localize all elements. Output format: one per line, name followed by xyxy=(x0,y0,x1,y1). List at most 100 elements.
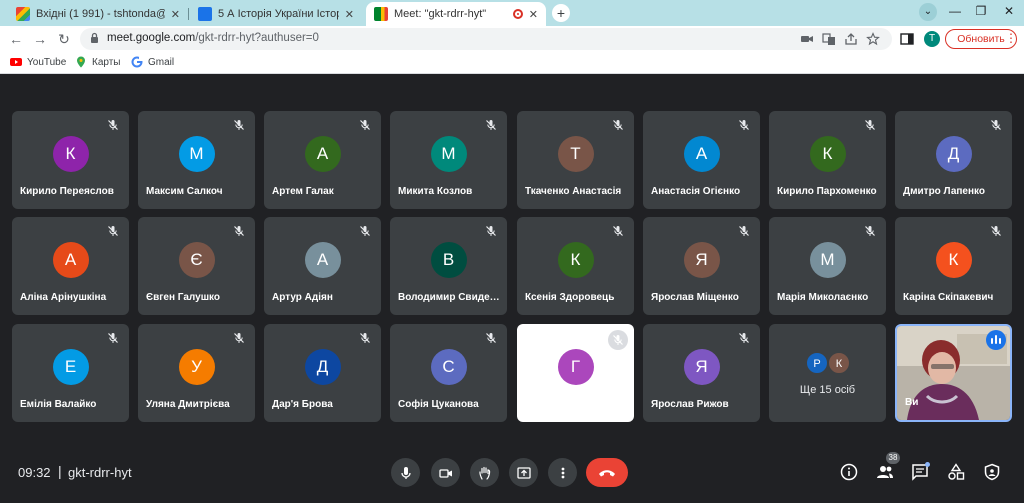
mic-off-icon xyxy=(108,333,118,343)
host-controls-button[interactable] xyxy=(982,462,1002,482)
participant-name: Володимир Свидерський xyxy=(398,292,503,303)
people-button[interactable] xyxy=(875,462,895,482)
activities-button[interactable] xyxy=(946,462,966,482)
recording-icon xyxy=(512,9,523,19)
mic-off-icon xyxy=(234,226,244,236)
raise-hand-button[interactable] xyxy=(470,458,499,487)
tab-classroom[interactable]: 5 А Історія України Історія України ✕ xyxy=(190,2,362,26)
participant-tile[interactable]: М Микита Козлов xyxy=(390,111,507,209)
participant-tile[interactable]: К Каріна Скіпакевич xyxy=(895,217,1012,315)
participant-tile[interactable]: А Артур Адіян xyxy=(264,217,381,315)
muted-indicator xyxy=(864,224,876,236)
bookmark-label: Карты xyxy=(92,56,121,68)
participant-tile[interactable]: К Ксенія Здоровець xyxy=(517,217,634,315)
muted-indicator xyxy=(612,118,624,130)
participant-tile[interactable]: С Софія Цуканова xyxy=(390,324,507,422)
participant-tile[interactable]: М Марія Миколаєнко xyxy=(769,217,886,315)
browser-menu-icon[interactable]: ⋮ xyxy=(1005,31,1017,45)
tab-divider xyxy=(188,8,189,20)
participant-tile[interactable]: Я Ярослав Рижов xyxy=(643,324,760,422)
muted-indicator xyxy=(485,118,497,130)
bookmark-gmail[interactable]: Gmail xyxy=(131,56,174,68)
tab-meet[interactable]: Meet: "gkt-rdrr-hyt" ✕ xyxy=(366,2,546,26)
present-screen-button[interactable] xyxy=(509,458,538,487)
camera-button[interactable] xyxy=(431,458,460,487)
forward-button[interactable]: → xyxy=(30,29,50,49)
tab-search-icon[interactable]: ⌄ xyxy=(919,3,937,21)
more-options-icon xyxy=(561,467,564,478)
muted-indicator xyxy=(864,118,876,130)
participant-name: Софія Цуканова xyxy=(398,399,479,410)
tab-close-icon[interactable]: ✕ xyxy=(345,8,354,21)
url-text: meet.google.com/gkt-rdrr-hyt?authuser=0 xyxy=(107,32,319,44)
tab-gmail[interactable]: Вхідні (1 991) - tshtonda@g3dnipro ✕ xyxy=(8,2,188,26)
mic-off-icon xyxy=(486,333,496,343)
bookmark-youtube[interactable]: YouTube xyxy=(10,56,66,68)
participant-tile[interactable]: Д Дмитро Лапенко xyxy=(895,111,1012,209)
more-options-button[interactable] xyxy=(548,458,577,487)
participant-tile[interactable]: Е Емілія Валайко xyxy=(12,324,129,422)
close-window-button[interactable]: ✕ xyxy=(994,0,1024,22)
participant-tile[interactable]: У Уляна Дмитрієва xyxy=(138,324,255,422)
share-icon[interactable] xyxy=(844,32,858,46)
tab-close-icon[interactable]: ✕ xyxy=(171,8,180,21)
participant-avatar: М xyxy=(430,136,467,172)
participant-name: Дмитро Лапенко xyxy=(903,186,986,197)
participant-tile[interactable]: К Кирило Пархоменко xyxy=(769,111,886,209)
participant-tile[interactable]: Д Дар'я Брова xyxy=(264,324,381,422)
muted-indicator xyxy=(107,224,119,236)
more-avatar-2: К xyxy=(828,352,850,374)
muted-indicator xyxy=(107,331,119,343)
participant-tile[interactable]: Г xyxy=(517,324,634,422)
back-button[interactable]: ← xyxy=(6,29,26,49)
participant-tile[interactable]: А Анастасія Огієнко xyxy=(643,111,760,209)
translate-icon[interactable] xyxy=(822,32,836,46)
participant-avatar: Є xyxy=(178,242,215,278)
participant-name: Микита Козлов xyxy=(398,186,473,197)
meeting-info-divider: | xyxy=(58,463,62,479)
muted-indicator xyxy=(233,224,245,236)
participant-name: Аліна Арінушкіна xyxy=(20,292,107,303)
more-avatar-1: Р xyxy=(806,352,828,374)
participant-name: Марія Миколаєнко xyxy=(777,292,869,303)
microphone-button[interactable] xyxy=(391,458,420,487)
muted-indicator xyxy=(359,224,371,236)
participant-tile[interactable]: Я Ярослав Міщенко xyxy=(643,217,760,315)
profile-avatar[interactable]: T xyxy=(924,31,940,47)
participant-name: Євген Галушко xyxy=(146,292,221,303)
restore-button[interactable]: ❐ xyxy=(966,0,996,22)
participant-avatar: Д xyxy=(935,136,972,172)
meeting-details-button[interactable] xyxy=(839,462,859,482)
muted-indicator xyxy=(233,118,245,130)
participant-tile[interactable]: В Володимир Свидерський xyxy=(390,217,507,315)
side-panel-icon[interactable] xyxy=(899,31,915,47)
participant-name: Ярослав Рижов xyxy=(651,399,729,410)
mic-off-icon xyxy=(613,335,623,345)
mic-off-icon xyxy=(991,120,1001,130)
participant-tile[interactable]: К Кирило Переяслов xyxy=(12,111,129,209)
participant-tile[interactable]: Є Євген Галушко xyxy=(138,217,255,315)
participant-name: Ярослав Міщенко xyxy=(651,292,739,303)
reload-button[interactable]: ↻ xyxy=(54,29,74,49)
bookmark-star-icon[interactable] xyxy=(866,32,880,46)
new-tab-button[interactable]: + xyxy=(552,4,570,22)
bookmark-maps[interactable]: Карты xyxy=(75,56,121,68)
leave-call-button[interactable] xyxy=(586,458,628,487)
mic-off-icon xyxy=(486,226,496,236)
address-bar[interactable]: meet.google.com/gkt-rdrr-hyt?authuser=0 xyxy=(80,28,892,50)
more-participants-tile[interactable]: Р К Ще 15 осіб xyxy=(769,324,886,422)
mic-off-icon xyxy=(486,120,496,130)
participant-tile[interactable]: Т Ткаченко Анастасія xyxy=(517,111,634,209)
self-video-tile[interactable]: Ви xyxy=(895,324,1012,422)
bookmark-label: YouTube xyxy=(27,56,67,68)
participant-name: Максим Салкоч xyxy=(146,186,223,197)
participant-tile[interactable]: А Артем Галак xyxy=(264,111,381,209)
participant-name: Дар'я Брова xyxy=(272,399,333,410)
muted-indicator xyxy=(485,331,497,343)
participant-tile[interactable]: М Максим Салкоч xyxy=(138,111,255,209)
camera-in-use-icon[interactable] xyxy=(800,32,814,46)
tab-close-icon[interactable]: ✕ xyxy=(529,8,538,21)
participant-tile[interactable]: А Аліна Арінушкіна xyxy=(12,217,129,315)
mic-off-icon xyxy=(739,333,749,343)
present-icon xyxy=(516,466,531,479)
